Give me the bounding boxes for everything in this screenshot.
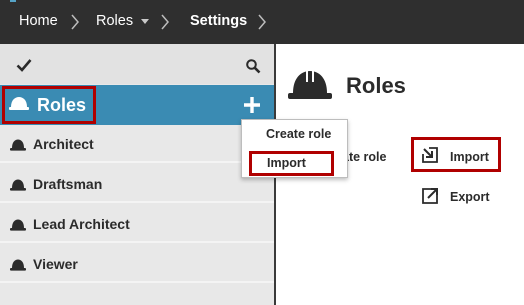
plus-icon[interactable] [243,96,261,114]
menu-item-create-role[interactable]: Create role [266,127,331,141]
list-item-label: Architect [33,136,94,152]
list-item [0,285,274,305]
hard-hat-icon [10,179,26,191]
highlight-box [2,86,96,124]
hard-hat-icon [10,139,26,151]
caret-down-icon[interactable] [141,19,149,24]
sidebar-toolbar [0,44,274,84]
chevron-right-icon [161,14,169,30]
hard-hat-icon [288,71,332,99]
export-icon[interactable] [421,187,439,205]
list-item-label: Draftsman [33,176,103,192]
accent-mark [10,0,16,2]
hard-hat-icon [10,219,26,231]
breadcrumb-settings[interactable]: Settings [190,13,247,29]
highlight-box [249,151,334,176]
create-role-action-label[interactable]: ate role [342,150,386,164]
hard-hat-icon [10,259,26,271]
chevron-right-icon [258,14,266,30]
breadcrumb-roles[interactable]: Roles [96,13,133,29]
export-button[interactable]: Export [450,190,490,204]
search-icon[interactable] [245,58,261,74]
check-icon[interactable] [16,58,32,72]
chevron-right-icon [71,14,79,30]
list-item-label: Lead Architect [33,216,130,232]
highlight-box [411,137,501,172]
list-item-label: Viewer [33,256,78,272]
breadcrumb-home[interactable]: Home [19,13,58,29]
page-title: Roles [346,73,406,98]
